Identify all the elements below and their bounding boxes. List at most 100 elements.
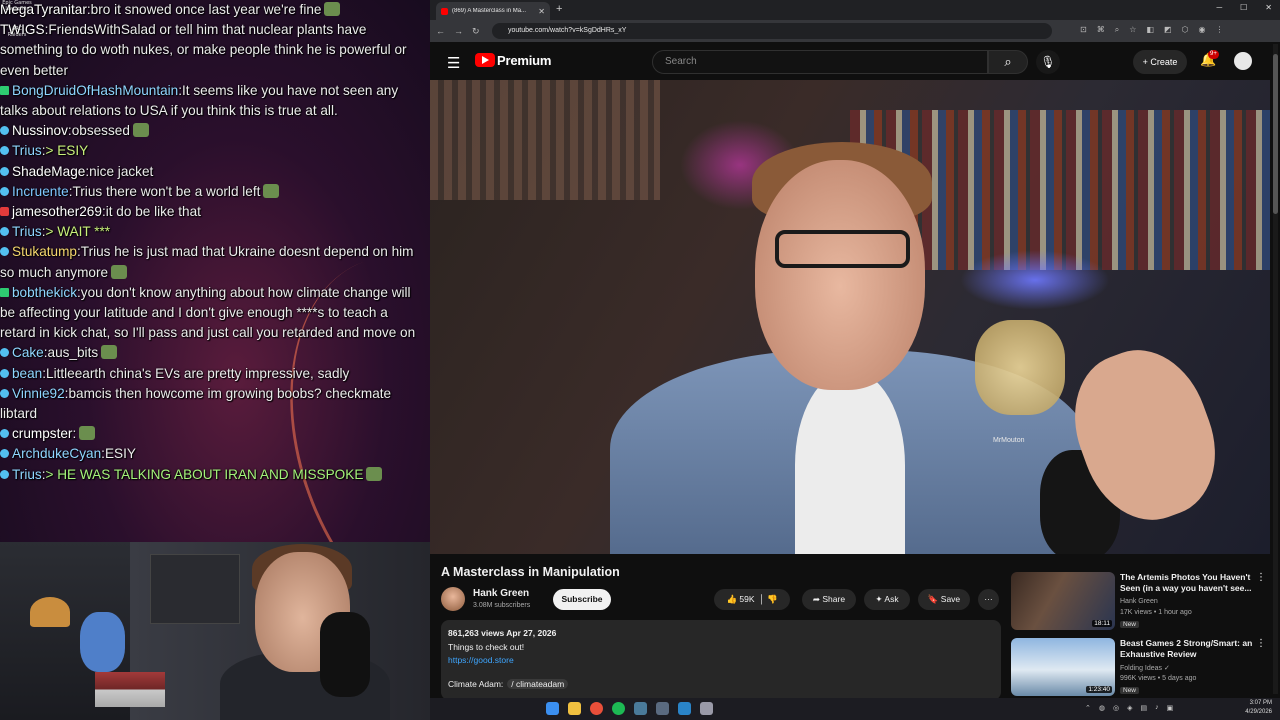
browser-menu-icon[interactable]: ⋮ [1215,25,1223,35]
desktop-icon-epic[interactable]: Epic Games Launcher [2,0,32,12]
chat-message: crumpster: [0,424,426,444]
voice-search-button[interactable]: 🎙 [1036,50,1060,74]
more-actions-button[interactable]: ··· [978,589,999,610]
back-icon[interactable]: ← [436,26,445,36]
settings-icon[interactable] [656,702,669,715]
new-tab-button[interactable]: + [556,3,562,15]
steam-icon[interactable] [634,702,647,715]
chrome-icon[interactable] [590,702,603,715]
profile-icon[interactable]: ◉ [1198,25,1205,35]
recommendation-item[interactable]: 18:11 The Artemis Photos You Haven't See… [1011,572,1266,632]
tab-close-icon[interactable]: ✕ [538,7,545,16]
recommendation-title[interactable]: Beast Games 2 Strong/Smart: an Exhaustiv… [1120,638,1256,660]
channel-name[interactable]: Hank Green [473,588,529,599]
tray-app2-icon[interactable]: ◎ [1113,704,1119,712]
app-icon[interactable] [678,702,691,715]
chat-username[interactable]: Vinnie92 [12,386,65,401]
youtube-brand[interactable]: Premium [497,53,551,68]
chat-username[interactable]: crumpster [12,426,72,441]
extension-icon[interactable]: ◧ [1146,25,1154,35]
url-field[interactable]: youtube.com/watch?v=kSgDdHRs_xY [492,23,1052,39]
chat-username[interactable]: jamesother269 [12,204,102,219]
file-explorer-icon[interactable] [568,702,581,715]
chat-username[interactable]: bean [12,366,42,381]
recommendation-item[interactable]: 1:23:40 Beast Games 2 Strong/Smart: an E… [1011,638,1266,698]
description-link[interactable]: https://good.store [448,655,994,665]
page-scrollbar[interactable] [1273,44,1278,694]
youtube-logo-icon[interactable] [475,53,495,67]
tray-network-icon[interactable]: ▤ [1140,704,1147,712]
start-icon[interactable] [546,702,559,715]
spotify-icon[interactable] [612,702,625,715]
minimize-icon[interactable]: ─ [1216,3,1222,12]
recommendation-thumbnail[interactable]: 1:23:40 [1011,638,1115,696]
chat-badge-icon [0,449,9,459]
translate-icon[interactable]: ⌘ [1097,25,1105,35]
recommendation-channel[interactable]: Hank Green [1120,598,1158,605]
forward-icon[interactable]: → [454,26,463,36]
close-window-icon[interactable]: ✕ [1265,3,1272,12]
create-button[interactable]: + Create [1133,50,1187,74]
subscribe-button[interactable]: Subscribe [553,589,611,610]
chat-username[interactable]: Trius [12,467,42,482]
like-count: 59K [739,594,755,604]
chat-badge-icon [0,469,9,479]
reload-icon[interactable]: ↻ [472,26,480,37]
recommendation-more-icon[interactable]: ⋮ [1256,572,1266,583]
search-input[interactable]: Search [652,50,988,74]
maximize-icon[interactable]: ☐ [1240,3,1247,12]
tray-app3-icon[interactable]: ◈ [1127,704,1132,712]
desktop-icon-arc[interactable]: ARC Raiders [2,26,32,38]
channel-avatar[interactable] [441,587,465,611]
taskbar-clock[interactable]: 3:07 PM 4/29/2026 [1245,699,1272,717]
windows-taskbar: ⌃ ◍ ◎ ◈ ▤ ♪ ▣ 3:07 PM 4/29/2026 [430,698,1280,720]
app2-icon[interactable] [700,702,713,715]
recommendation-more-icon[interactable]: ⋮ [1256,638,1266,649]
account-avatar[interactable] [1234,52,1252,70]
chat-username[interactable]: Trius [12,224,42,239]
chat-badge-icon [0,85,9,95]
chat-username[interactable]: ArchdukeCyan [12,446,101,461]
search-button[interactable]: ⌕ [988,50,1028,74]
bookmark-star-icon[interactable]: ☆ [1129,25,1136,35]
tray-chevron-icon[interactable]: ⌃ [1085,704,1091,712]
share-button[interactable]: ➦ Share [802,589,856,610]
tab-youtube[interactable]: (869) A Masterclass in Ma... ✕ [436,2,550,20]
tray-app-icon[interactable]: ◍ [1099,704,1105,712]
extension3-icon[interactable]: ⬡ [1181,25,1188,35]
chat-username[interactable]: bobthekick [12,285,77,300]
save-button[interactable]: 🔖 Save [918,589,970,610]
recommendation-new-badge: New [1120,687,1140,694]
video-player[interactable]: MrMouton [430,80,1270,554]
chat-username[interactable]: Nussinov [12,123,68,138]
webcam-lamp [30,597,70,627]
recommendation-thumbnail[interactable]: 18:11 [1011,572,1115,630]
chat-username[interactable]: BongDruidOfHashMountain [12,83,178,98]
chat-username[interactable]: Trius [12,143,42,158]
overlay-sticker-label: MrMouton [993,437,1025,444]
install-icon[interactable]: ⊡ [1080,25,1087,35]
chat-username[interactable]: Stukatump [12,244,77,259]
zoom-icon[interactable]: ⌕ [1115,25,1119,35]
chat-username[interactable]: Incruente [12,184,69,199]
credit-handle[interactable]: / climateadam [507,679,569,689]
thumbs-down-icon[interactable]: │ 👎 [757,594,777,604]
like-button[interactable]: 👍 59K │ 👎 [714,589,790,610]
chat-badge-icon [0,287,9,297]
description-box[interactable]: 861,263 views Apr 27, 2026 Things to che… [441,620,1001,700]
chat-message: Incruente:Trius there won't be a world l… [0,182,426,202]
chat-message: Stukatump:Trius he is just mad that Ukra… [0,242,426,282]
tray-volume-icon[interactable]: ♪ [1155,704,1159,712]
description-credit: Climate Adam: / climateadam [448,679,994,689]
hamburger-menu-icon[interactable]: ☰ [447,54,460,72]
chat-username[interactable]: Cake [12,345,44,360]
chat-username[interactable]: ShadeMage [12,164,85,179]
extension2-icon[interactable]: ◩ [1164,25,1172,35]
tray-display-icon[interactable]: ▣ [1167,704,1174,712]
recommendation-title[interactable]: The Artemis Photos You Haven't Seen (in … [1120,572,1256,594]
recommendation-channel[interactable]: Folding Ideas ✓ [1120,664,1170,672]
chat-text: aus_bits [47,345,99,361]
screen: Epic Games Launcher ARC Raiders MegaTyra… [0,0,1280,720]
bookmark-icon: 🔖 [927,594,941,604]
ask-button[interactable]: ✦ Ask [864,589,910,610]
